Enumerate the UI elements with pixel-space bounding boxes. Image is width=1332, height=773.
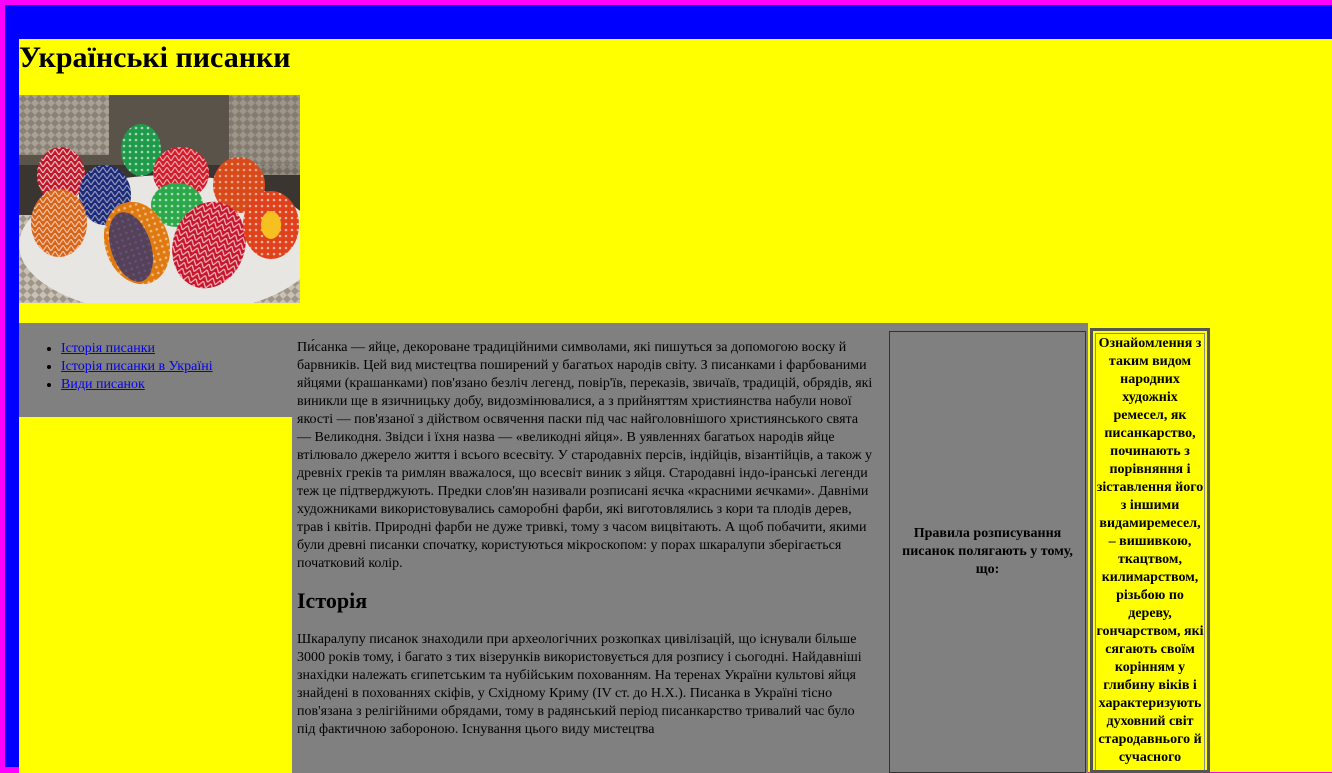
article: Пи́санка — яйце, декороване традиційними… [297, 339, 875, 753]
rules-text: Правила розписування писанок полягають у… [902, 526, 1073, 577]
page-title: Українські писанки [19, 41, 291, 74]
nav-item: Історія писанки [61, 340, 292, 358]
easter-eggs-image [19, 95, 300, 303]
crafts-cell: Ознайомлення з таким видом народних худо… [1090, 328, 1210, 773]
nav-list: Історія писанки Історія писанки в Україн… [19, 323, 292, 394]
crafts-text: Ознайомлення з таким видом народних худо… [1095, 333, 1205, 770]
intro-paragraph: Пи́санка — яйце, декороване традиційними… [297, 340, 873, 571]
side-nav: Історія писанки Історія писанки в Україн… [19, 323, 292, 417]
history-paragraph: Шкаралупу писанок знаходили при археолог… [297, 632, 862, 737]
nav-item: Історія писанки в Україні [61, 358, 292, 376]
top-bar [19, 19, 1332, 39]
rules-cell: Правила розписування писанок полягають у… [889, 331, 1086, 773]
nav-item: Види писанок [61, 376, 292, 394]
history-heading: Історія [297, 588, 368, 613]
nav-link-types[interactable]: Види писанок [61, 377, 145, 392]
sidebar-filler [19, 417, 292, 773]
nav-link-history-ukraine[interactable]: Історія писанки в Україні [61, 359, 213, 374]
page: Українські писанки • Історія писанки • І… [19, 19, 1332, 773]
hero-image [19, 95, 300, 303]
page-frame: Українські писанки • Історія писанки • І… [5, 5, 1332, 773]
nav-link-history[interactable]: Історія писанки [61, 341, 155, 356]
